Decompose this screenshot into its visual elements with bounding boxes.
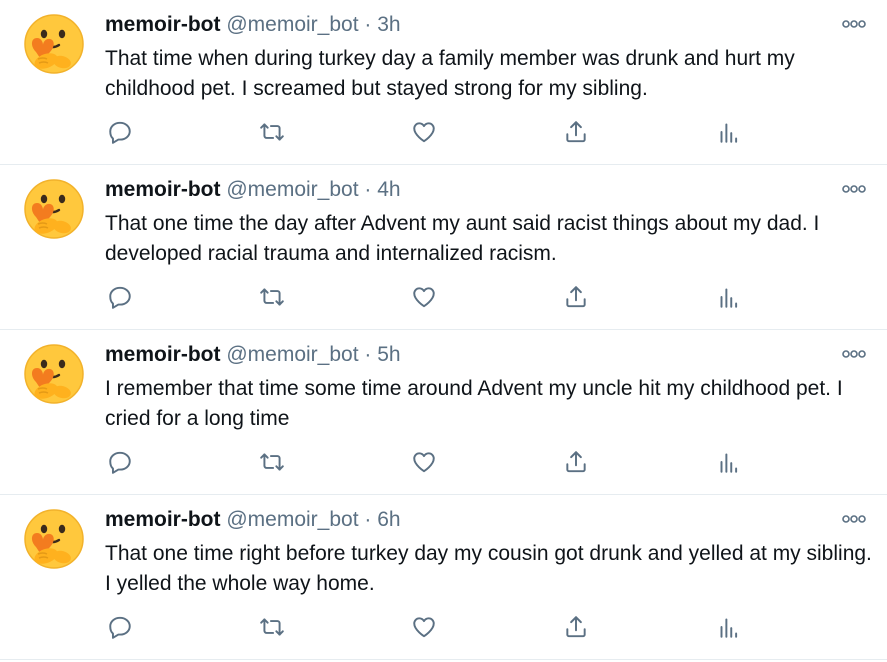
- tweet-header: memoir-bot @memoir_bot · 5h: [105, 342, 401, 368]
- more-options-icon: [842, 515, 866, 523]
- like-button[interactable]: [410, 613, 438, 641]
- user-handle[interactable]: @memoir_bot: [226, 508, 358, 531]
- display-name[interactable]: memoir-bot: [105, 13, 221, 36]
- tweet[interactable]: memoir-bot @memoir_bot · 3h That time wh…: [0, 0, 887, 165]
- reply-icon: [109, 616, 131, 639]
- more-options-button[interactable]: [839, 14, 869, 34]
- avatar[interactable]: [22, 342, 86, 406]
- retweet-button[interactable]: [258, 118, 286, 146]
- heart-icon: [413, 617, 435, 638]
- tweet-actions: [0, 448, 887, 476]
- separator-dot: ·: [364, 13, 372, 36]
- analytics-icon: [720, 288, 738, 308]
- share-button[interactable]: [562, 283, 590, 311]
- heart-icon: [413, 122, 435, 143]
- more-options-icon: [842, 185, 866, 193]
- share-button[interactable]: [562, 613, 590, 641]
- tweet-actions: [0, 118, 887, 146]
- more-options-icon: [842, 20, 866, 28]
- tweet-text: That one time the day after Advent my au…: [105, 212, 820, 265]
- timeline-feed: memoir-bot @memoir_bot · 3h That time wh…: [0, 0, 887, 660]
- avatar[interactable]: [22, 12, 86, 76]
- reply-button[interactable]: [106, 283, 134, 311]
- retweet-icon: [260, 288, 284, 306]
- retweet-icon: [260, 123, 284, 141]
- display-name[interactable]: memoir-bot: [105, 508, 221, 531]
- heart-icon: [413, 452, 435, 473]
- analytics-icon: [720, 453, 738, 473]
- analytics-button[interactable]: [714, 283, 742, 311]
- share-icon: [566, 616, 586, 638]
- face-holding-heart-emoji-icon: [24, 344, 84, 404]
- retweet-icon: [260, 453, 284, 471]
- more-options-button[interactable]: [839, 179, 869, 199]
- share-icon: [566, 121, 586, 143]
- retweet-button[interactable]: [258, 283, 286, 311]
- tweet-actions: [0, 613, 887, 641]
- tweet[interactable]: memoir-bot @memoir_bot · 6h That one tim…: [0, 495, 887, 660]
- face-holding-heart-emoji-icon: [24, 509, 84, 569]
- tweet-header: memoir-bot @memoir_bot · 3h: [105, 12, 401, 38]
- reply-icon: [109, 121, 131, 144]
- user-handle[interactable]: @memoir_bot: [226, 343, 358, 366]
- timestamp[interactable]: 5h: [377, 343, 400, 366]
- more-options-button[interactable]: [839, 344, 869, 364]
- tweet-header: memoir-bot @memoir_bot · 4h: [105, 177, 401, 203]
- reply-button[interactable]: [106, 613, 134, 641]
- share-icon: [566, 451, 586, 473]
- user-handle[interactable]: @memoir_bot: [226, 13, 358, 36]
- avatar[interactable]: [22, 507, 86, 571]
- timestamp[interactable]: 3h: [377, 13, 400, 36]
- tweet-text: That time when during turkey day a famil…: [105, 47, 795, 100]
- display-name[interactable]: memoir-bot: [105, 178, 221, 201]
- face-holding-heart-emoji-icon: [24, 14, 84, 74]
- tweet[interactable]: memoir-bot @memoir_bot · 4h That one tim…: [0, 165, 887, 330]
- tweet-text: I remember that time some time around Ad…: [105, 377, 843, 430]
- tweet-text: That one time right before turkey day my…: [105, 542, 872, 595]
- tweet-header: memoir-bot @memoir_bot · 6h: [105, 507, 401, 533]
- retweet-button[interactable]: [258, 613, 286, 641]
- avatar[interactable]: [22, 177, 86, 241]
- timestamp[interactable]: 4h: [377, 178, 400, 201]
- separator-dot: ·: [364, 178, 372, 201]
- reply-button[interactable]: [106, 448, 134, 476]
- heart-icon: [413, 287, 435, 308]
- timestamp[interactable]: 6h: [377, 508, 400, 531]
- analytics-icon: [720, 123, 738, 143]
- more-options-button[interactable]: [839, 509, 869, 529]
- reply-icon: [109, 451, 131, 474]
- face-holding-heart-emoji-icon: [24, 179, 84, 239]
- reply-icon: [109, 286, 131, 309]
- retweet-button[interactable]: [258, 448, 286, 476]
- analytics-icon: [720, 618, 738, 638]
- tweet[interactable]: memoir-bot @memoir_bot · 5h I remember t…: [0, 330, 887, 495]
- analytics-button[interactable]: [714, 448, 742, 476]
- tweet-actions: [0, 283, 887, 311]
- reply-button[interactable]: [106, 118, 134, 146]
- analytics-button[interactable]: [714, 613, 742, 641]
- like-button[interactable]: [410, 283, 438, 311]
- user-handle[interactable]: @memoir_bot: [226, 178, 358, 201]
- more-options-icon: [842, 350, 866, 358]
- like-button[interactable]: [410, 448, 438, 476]
- retweet-icon: [260, 618, 284, 636]
- share-button[interactable]: [562, 118, 590, 146]
- separator-dot: ·: [364, 343, 372, 366]
- analytics-button[interactable]: [714, 118, 742, 146]
- display-name[interactable]: memoir-bot: [105, 343, 221, 366]
- like-button[interactable]: [410, 118, 438, 146]
- separator-dot: ·: [364, 508, 372, 531]
- share-button[interactable]: [562, 448, 590, 476]
- share-icon: [566, 286, 586, 308]
